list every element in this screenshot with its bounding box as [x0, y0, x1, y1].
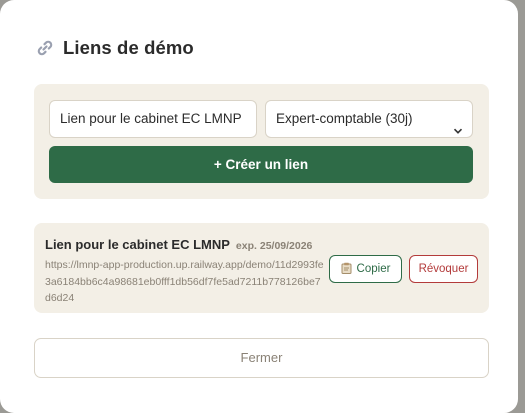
link-label-input[interactable]: Lien pour le cabinet EC LMNP — [49, 100, 257, 138]
close-button[interactable]: Fermer — [34, 338, 489, 378]
chevron-down-icon — [453, 114, 463, 134]
clipboard-icon — [341, 262, 352, 277]
link-url: https://lmnp-app-production.up.railway.a… — [45, 259, 324, 304]
link-name: Lien pour le cabinet EC LMNP — [45, 237, 230, 252]
link-title-row: Lien pour le cabinet EC LMNP exp. 25/09/… — [45, 237, 312, 252]
revoke-button[interactable]: Révoquer — [409, 255, 478, 283]
link-icon — [36, 39, 54, 57]
profile-select[interactable]: Expert-comptable (30j) — [265, 100, 473, 138]
modal-header: Liens de démo — [36, 36, 194, 60]
modal-title: Liens de démo — [63, 37, 194, 58]
profile-select-value: Expert-comptable (30j) — [276, 111, 413, 126]
create-link-button[interactable]: + Créer un lien — [49, 146, 473, 183]
demo-links-modal: Liens de démo Lien pour le cabinet EC LM… — [0, 0, 518, 413]
link-expiry: exp. 25/09/2026 — [235, 240, 313, 252]
copy-button-label: Copier — [356, 263, 391, 275]
copy-button[interactable]: Copier — [329, 255, 402, 283]
create-link-form: Lien pour le cabinet EC LMNP Expert-comp… — [34, 84, 489, 199]
list-item: Lien pour le cabinet EC LMNP exp. 25/09/… — [34, 223, 489, 313]
